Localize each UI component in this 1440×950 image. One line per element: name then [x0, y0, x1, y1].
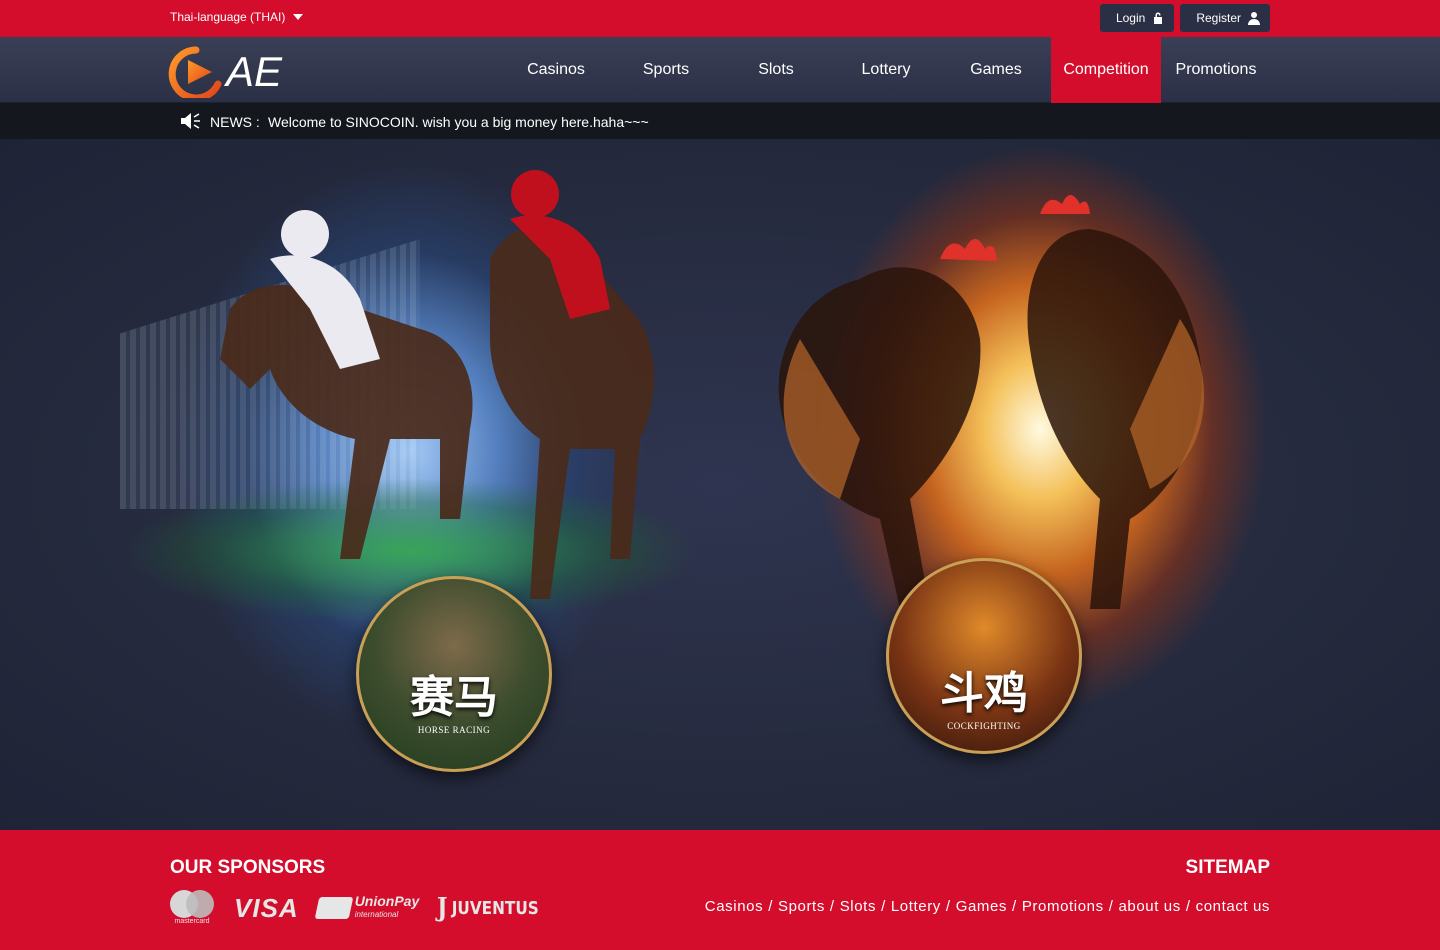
- horse-racing-subtitle: HORSE RACING: [417, 725, 491, 735]
- link-separator: /: [945, 898, 951, 915]
- top-bar: Thai-language (THAI) Login Register: [0, 0, 1440, 37]
- sitemap-link-sports[interactable]: Sports: [778, 898, 825, 915]
- auth-buttons: Login Register: [1099, 4, 1270, 32]
- cockfighting-medallion[interactable]: 斗鸡 COCKFIGHTING: [886, 558, 1082, 754]
- cockfighting-subtitle: COCKFIGHTING: [947, 721, 1021, 731]
- site-logo[interactable]: AE: [168, 42, 298, 102]
- sitemap-heading: SITEMAP: [1185, 857, 1270, 878]
- sponsors-heading: OUR SPONSORS: [170, 857, 326, 878]
- sitemap-link-lottery[interactable]: Lottery: [891, 898, 941, 915]
- juventus-j-icon: J: [437, 893, 448, 923]
- horse-racing-medallion[interactable]: 赛马 HORSE RACING: [356, 576, 552, 772]
- nav-item-casinos[interactable]: Casinos: [501, 37, 611, 103]
- nav-item-slots[interactable]: Slots: [721, 37, 831, 103]
- hero-banner: 赛马 HORSE RACING 斗鸡 COCKFIGHTING: [0, 139, 1440, 830]
- link-separator: /: [1012, 898, 1017, 915]
- news-label: NEWS :: [210, 114, 260, 130]
- logo-mark-icon: AE: [168, 46, 283, 102]
- link-separator: /: [1108, 898, 1114, 915]
- language-label: Thai-language (THAI): [170, 10, 286, 24]
- unionpay-sub-label: international: [354, 910, 399, 919]
- sponsor-logos: mastercard VISA UnionPay international J…: [168, 888, 557, 928]
- register-label: Register: [1196, 11, 1241, 25]
- unionpay-label: UnionPay: [354, 893, 420, 909]
- register-button[interactable]: Register: [1180, 4, 1270, 32]
- cockfighting-title: 斗鸡: [940, 668, 1028, 719]
- sitemap-link-games[interactable]: Games: [956, 898, 1007, 915]
- news-ticker: NEWS : Welcome to SINOCOIN. wish you a b…: [0, 103, 1440, 139]
- juventus-logo[interactable]: J JUVENTUS: [437, 893, 539, 923]
- nav-item-games[interactable]: Games: [941, 37, 1051, 103]
- mastercard-logo[interactable]: mastercard: [168, 888, 216, 928]
- speaker-icon: [181, 113, 200, 129]
- link-separator: /: [768, 898, 773, 915]
- unlock-icon: [1154, 12, 1163, 24]
- sitemap-link-slots[interactable]: Slots: [840, 898, 876, 915]
- news-text: Welcome to SINOCOIN. wish you a big mone…: [268, 114, 649, 130]
- nav-item-lottery[interactable]: Lottery: [831, 37, 941, 103]
- login-label: Login: [1115, 11, 1146, 25]
- nav-item-promotions[interactable]: Promotions: [1161, 37, 1271, 103]
- sitemap-link-casinos[interactable]: Casinos: [705, 898, 763, 915]
- user-icon: [1248, 12, 1260, 25]
- main-nav: AE Casinos Sports Slots Lottery Games Co…: [0, 37, 1440, 103]
- sitemap-links: Casinos / Sports / Slots / Lottery / Games / …: [705, 898, 1270, 915]
- sitemap-link-contact-us[interactable]: contact us: [1196, 898, 1270, 915]
- footer: OUR SPONSORS SITEMAP mastercard VISA Uni…: [0, 830, 1440, 950]
- link-separator: /: [1185, 898, 1191, 915]
- juventus-label: JUVENTUS: [451, 897, 540, 919]
- nav-item-competition[interactable]: Competition: [1051, 37, 1161, 103]
- unionpay-text: UnionPay international: [354, 893, 420, 921]
- horse-racing-title: 赛马: [410, 672, 498, 723]
- login-button[interactable]: Login: [1099, 4, 1175, 32]
- sitemap-link-about-us[interactable]: about us: [1118, 898, 1180, 915]
- link-separator: /: [829, 898, 835, 915]
- mastercard-circle-right-icon: [186, 890, 214, 918]
- logo-text: AE: [223, 48, 283, 95]
- nav-item-sports[interactable]: Sports: [611, 37, 721, 103]
- nav-menu: Casinos Sports Slots Lottery Games Compe…: [501, 37, 1271, 103]
- sitemap-link-promotions[interactable]: Promotions: [1022, 898, 1104, 915]
- caret-down-icon: [293, 14, 304, 20]
- unionpay-logo[interactable]: UnionPay international: [314, 893, 420, 921]
- link-separator: /: [881, 898, 886, 915]
- unionpay-card-icon: [314, 897, 354, 919]
- mastercard-label: mastercard: [174, 918, 210, 925]
- language-selector[interactable]: Thai-language (THAI): [170, 10, 304, 24]
- visa-logo[interactable]: VISA: [234, 893, 299, 924]
